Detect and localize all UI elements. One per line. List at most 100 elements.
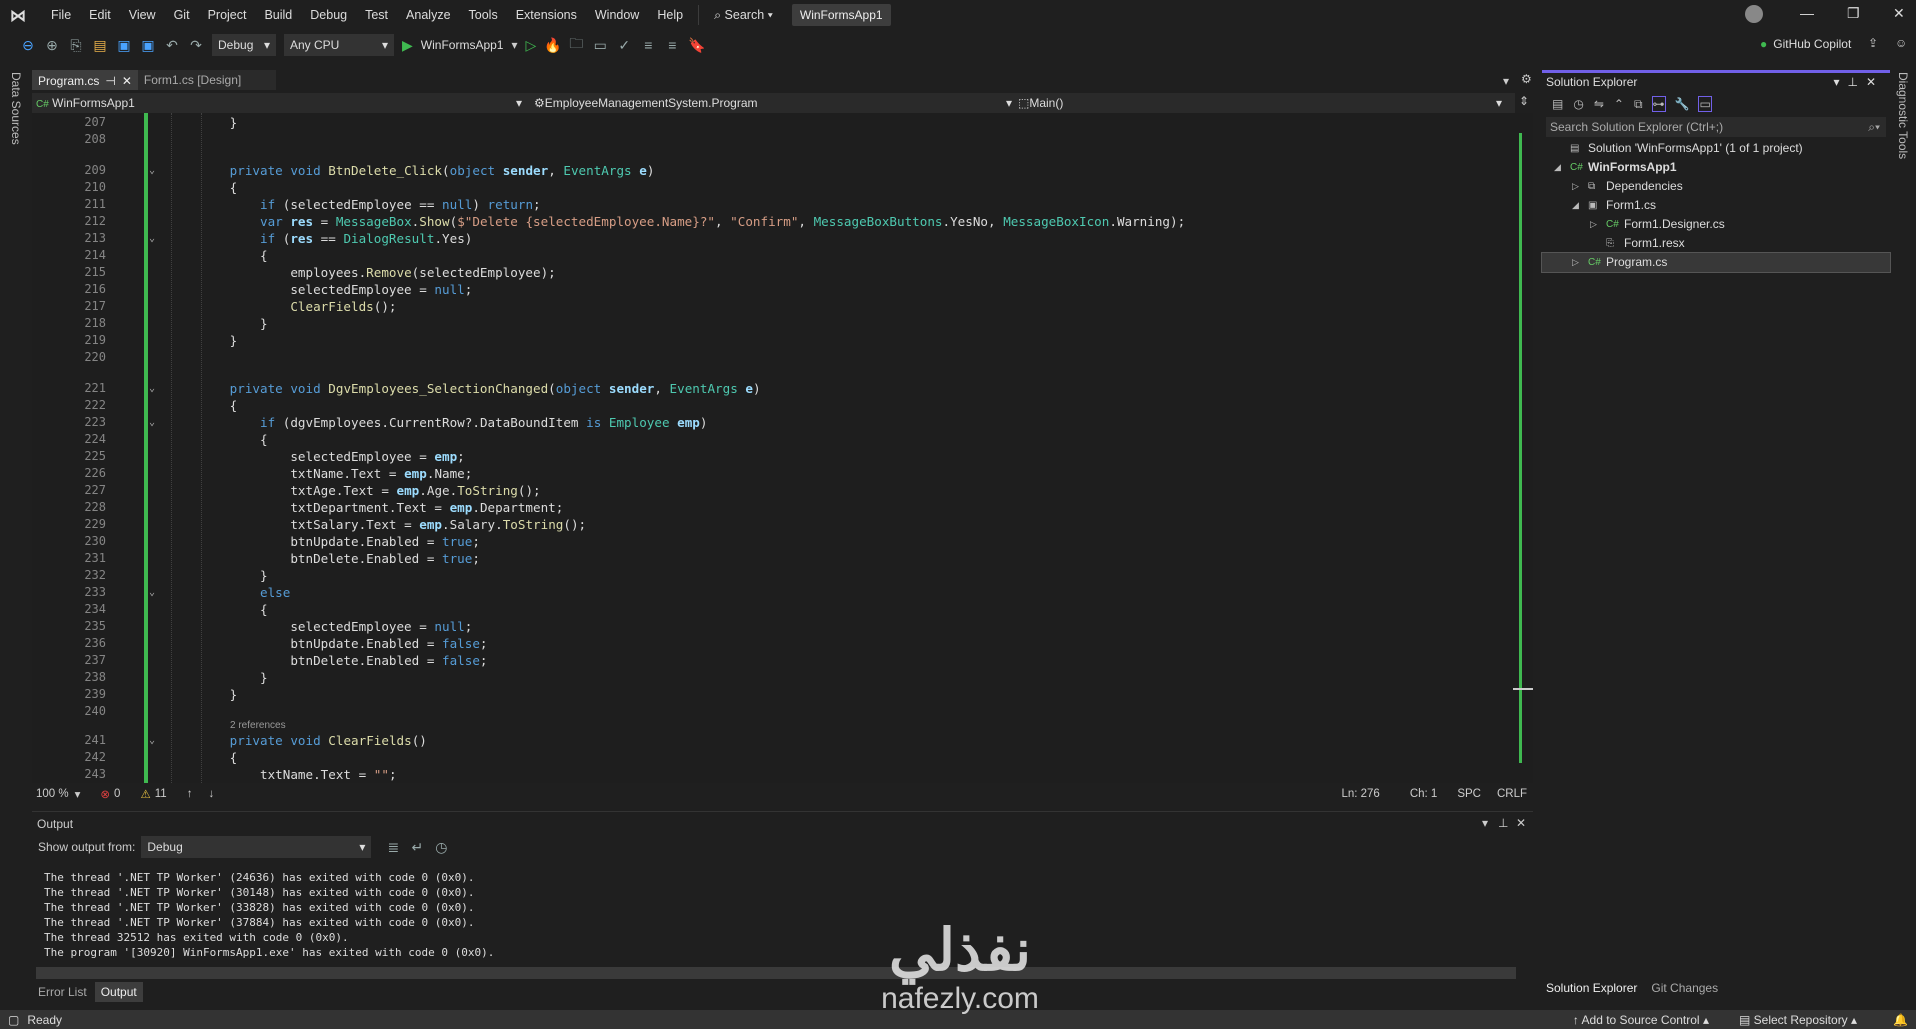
select-repository-button[interactable]: ▤ Select Repository ▴: [1739, 1013, 1857, 1027]
code-line[interactable]: 222 {: [32, 397, 1515, 414]
column-number[interactable]: Ch: 1: [1410, 788, 1438, 800]
visual-studio-logo-icon[interactable]: ⋈: [10, 6, 32, 25]
warning-count[interactable]: 11: [155, 788, 167, 800]
notification-icon[interactable]: ▢: [8, 1013, 19, 1027]
settings-gear-icon[interactable]: ⚙: [1521, 72, 1532, 86]
code-line[interactable]: 212 var res = MessageBox.Show($"Delete {…: [32, 213, 1515, 230]
back-icon[interactable]: ⊖: [20, 37, 36, 54]
platform-dropdown[interactable]: Any CPU ▾: [284, 34, 394, 56]
add-source-control-button[interactable]: ↑ Add to Source Control ▴: [1573, 1013, 1709, 1027]
properties-icon[interactable]: 🔧: [1675, 97, 1690, 111]
whitespace-mode[interactable]: SPC: [1457, 788, 1481, 800]
word-wrap-icon[interactable]: ↵: [409, 839, 425, 856]
code-line[interactable]: 234 {: [32, 601, 1515, 618]
expand-arrow-icon[interactable]: ▷: [1572, 253, 1588, 272]
codelens-references[interactable]: 2 references: [32, 720, 1515, 732]
data-sources-tab[interactable]: Data Sources: [9, 72, 23, 145]
type-dropdown[interactable]: ⚙EmployeeManagementSystem.Program ▾: [522, 96, 1012, 110]
find-in-files-icon[interactable]: 🗀: [568, 33, 584, 57]
code-line[interactable]: 228 txtDepartment.Text = emp.Department;: [32, 499, 1515, 516]
code-line[interactable]: 216 selectedEmployee = null;: [32, 281, 1515, 298]
line-endings[interactable]: CRLF: [1497, 788, 1527, 800]
menu-test[interactable]: Test: [356, 8, 397, 22]
tree-item[interactable]: ▷ ⧉ Dependencies: [1542, 177, 1890, 196]
expand-arrow-icon[interactable]: ▷: [1572, 177, 1588, 196]
fold-chevron-icon[interactable]: ⌄: [149, 584, 155, 601]
menu-view[interactable]: View: [120, 8, 165, 22]
code-line[interactable]: 236 btnUpdate.Enabled = false;: [32, 635, 1515, 652]
tab-overflow-icon[interactable]: ▾: [1503, 74, 1509, 88]
minimize-button[interactable]: —: [1800, 5, 1814, 21]
tree-item[interactable]: ◢ C# WinFormsApp1: [1542, 158, 1890, 177]
close-tab-icon[interactable]: ✕: [122, 74, 132, 88]
code-line[interactable]: 209 ⌄ private void BtnDelete_Click(object…: [32, 162, 1515, 179]
feedback-icon[interactable]: ☺: [1895, 36, 1907, 50]
code-line[interactable]: 225 selectedEmployee = emp;: [32, 448, 1515, 465]
bookmark-icon[interactable]: 🔖: [688, 37, 705, 54]
menu-extensions[interactable]: Extensions: [507, 8, 586, 22]
fold-chevron-icon[interactable]: ⌄: [149, 162, 155, 179]
error-list-tab[interactable]: Error List: [32, 982, 93, 1002]
tree-item[interactable]: ▷ C# Form1.Designer.cs: [1542, 215, 1890, 234]
code-line[interactable]: 217 ClearFields();: [32, 298, 1515, 315]
menu-edit[interactable]: Edit: [80, 8, 120, 22]
timestamp-icon[interactable]: ◷: [433, 839, 449, 856]
solution-search-input[interactable]: Search Solution Explorer (Ctrl+;) ⌕▾: [1546, 117, 1886, 137]
code-line[interactable]: 227 txtAge.Text = emp.Age.ToString();: [32, 482, 1515, 499]
comment-icon[interactable]: ≡: [640, 37, 656, 53]
panel-controls[interactable]: ▾⊥✕: [1833, 75, 1884, 89]
menu-project[interactable]: Project: [199, 8, 256, 22]
code-line[interactable]: 208: [32, 131, 1515, 148]
output-menu-icon[interactable]: ▾: [1482, 816, 1488, 830]
code-line[interactable]: 221 ⌄ private void DgvEmployees_Selection…: [32, 380, 1515, 397]
code-line[interactable]: 238 }: [32, 669, 1515, 686]
sync-icon[interactable]: ⇋: [1594, 97, 1604, 111]
code-line[interactable]: 223 ⌄ if (dgvEmployees.CurrentRow?.DataBo…: [32, 414, 1515, 431]
expand-arrow-icon[interactable]: ▷: [1590, 215, 1606, 234]
code-line[interactable]: 230 btnUpdate.Enabled = true;: [32, 533, 1515, 550]
output-source-dropdown[interactable]: Debug ▾: [141, 836, 372, 858]
output-pin-icon[interactable]: ⊥: [1498, 816, 1508, 830]
spellcheck-icon[interactable]: ✓: [616, 37, 632, 54]
tree-item[interactable]: ▷ C# Program.cs: [1541, 252, 1891, 273]
code-editor[interactable]: 207 } 208 209 ⌄ private void BtnDelete_Clic…: [32, 113, 1515, 783]
show-all-files-icon[interactable]: ⧉: [1634, 97, 1643, 112]
undo-icon[interactable]: ↶: [164, 37, 180, 54]
menu-git[interactable]: Git: [165, 8, 199, 22]
code-line[interactable]: 220: [32, 349, 1515, 366]
account-avatar[interactable]: [1745, 5, 1763, 23]
code-line[interactable]: 214 {: [32, 247, 1515, 264]
code-line[interactable]: 226 txtName.Text = emp.Name;: [32, 465, 1515, 482]
output-text[interactable]: The thread '.NET TP Worker' (24636) has …: [32, 870, 1533, 980]
restore-button[interactable]: ❐: [1847, 5, 1860, 22]
code-line[interactable]: 218 }: [32, 315, 1515, 332]
line-number[interactable]: Ln: 276: [1341, 788, 1379, 800]
start-debug-icon[interactable]: ▶: [402, 37, 413, 54]
member-dropdown[interactable]: ⬚Main() ▾: [1012, 96, 1502, 110]
menu-tools[interactable]: Tools: [460, 8, 507, 22]
start-without-debug-icon[interactable]: ▷: [526, 37, 537, 54]
output-tab[interactable]: Output: [94, 982, 143, 1002]
code-line[interactable]: 215 employees.Remove(selectedEmployee);: [32, 264, 1515, 281]
search-menu[interactable]: ⌕ Search ▾: [705, 8, 782, 23]
next-issue-icon[interactable]: ↓: [208, 788, 214, 800]
error-count[interactable]: 0: [114, 788, 120, 800]
hot-reload-icon[interactable]: 🔥: [544, 37, 561, 54]
diagnostic-tools-tab[interactable]: Diagnostic Tools: [1896, 72, 1910, 159]
menu-build[interactable]: Build: [255, 8, 301, 22]
output-close-icon[interactable]: ✕: [1516, 816, 1526, 830]
code-line[interactable]: 232 }: [32, 567, 1515, 584]
menu-window[interactable]: Window: [586, 8, 648, 22]
preview-icon[interactable]: ▭: [1698, 96, 1712, 112]
code-line[interactable]: 207 }: [32, 114, 1515, 131]
save-all-icon[interactable]: ▣: [140, 37, 156, 54]
git-changes-tab[interactable]: Git Changes: [1651, 981, 1718, 995]
menu-analyze[interactable]: Analyze: [397, 8, 459, 22]
solution-explorer-tab[interactable]: Solution Explorer: [1542, 981, 1641, 995]
code-line[interactable]: 213 ⌄ if (res == DialogResult.Yes): [32, 230, 1515, 247]
menu-debug[interactable]: Debug: [301, 8, 356, 22]
new-project-icon[interactable]: ⎘: [68, 37, 84, 54]
code-line[interactable]: 241 ⌄ private void ClearFields(): [32, 732, 1515, 749]
split-editor-icon[interactable]: ⇕: [1519, 94, 1529, 108]
forward-icon[interactable]: ⊕: [44, 37, 60, 54]
